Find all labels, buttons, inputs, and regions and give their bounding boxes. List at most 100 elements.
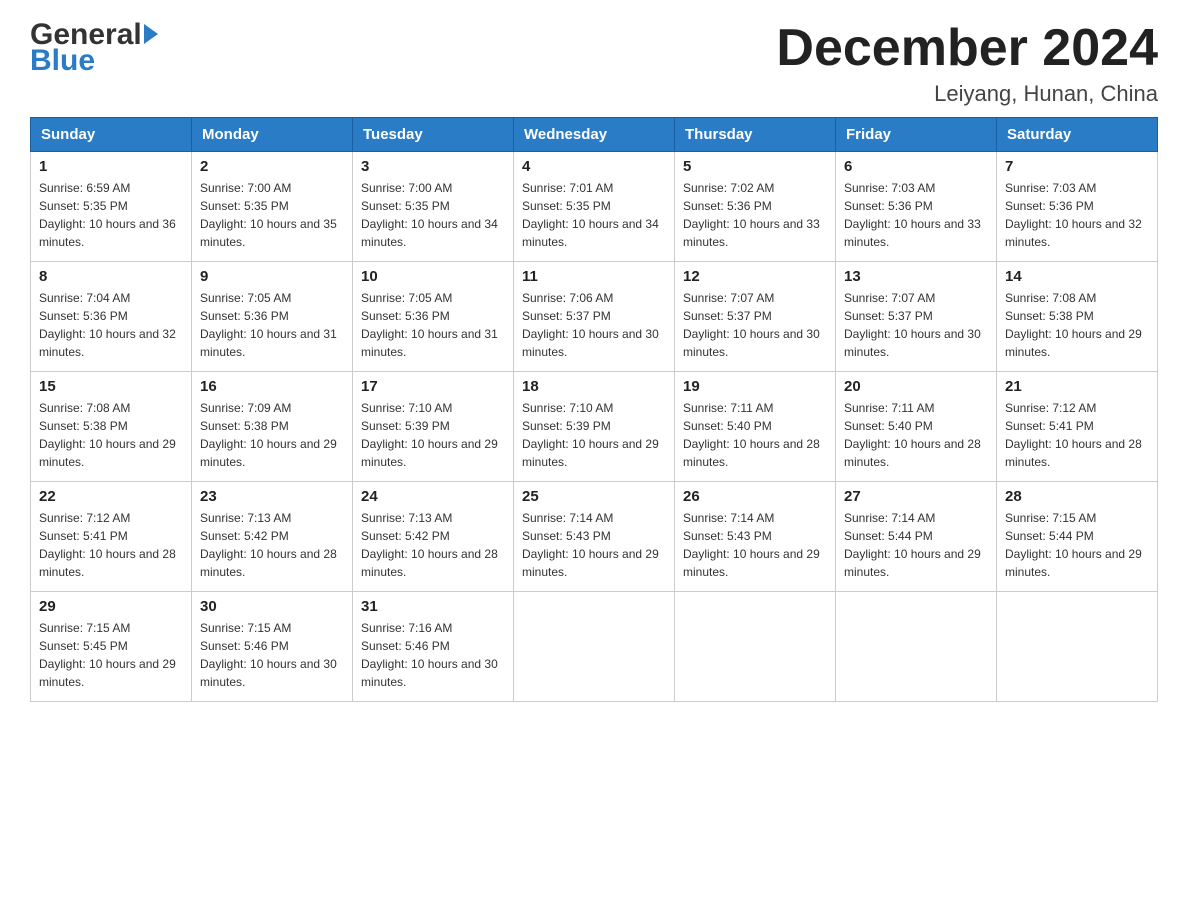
day-info: Sunrise: 7:14 AMSunset: 5:43 PMDaylight:… [522, 509, 666, 581]
calendar-cell: 29 Sunrise: 7:15 AMSunset: 5:45 PMDaylig… [31, 592, 192, 702]
day-number: 26 [683, 488, 827, 505]
day-info: Sunrise: 7:15 AMSunset: 5:44 PMDaylight:… [1005, 509, 1149, 581]
day-number: 13 [844, 268, 988, 285]
day-number: 2 [200, 158, 344, 175]
day-number: 28 [1005, 488, 1149, 505]
page-header: General Blue December 2024 Leiyang, Huna… [30, 20, 1158, 107]
calendar-cell: 24 Sunrise: 7:13 AMSunset: 5:42 PMDaylig… [353, 482, 514, 592]
calendar-cell: 11 Sunrise: 7:06 AMSunset: 5:37 PMDaylig… [514, 262, 675, 372]
day-info: Sunrise: 7:03 AMSunset: 5:36 PMDaylight:… [844, 179, 988, 251]
calendar-cell: 3 Sunrise: 7:00 AMSunset: 5:35 PMDayligh… [353, 152, 514, 262]
calendar-cell [514, 592, 675, 702]
day-number: 22 [39, 488, 183, 505]
day-info: Sunrise: 6:59 AMSunset: 5:35 PMDaylight:… [39, 179, 183, 251]
day-info: Sunrise: 7:02 AMSunset: 5:36 PMDaylight:… [683, 179, 827, 251]
day-number: 17 [361, 378, 505, 395]
day-number: 18 [522, 378, 666, 395]
calendar-cell: 6 Sunrise: 7:03 AMSunset: 5:36 PMDayligh… [836, 152, 997, 262]
day-number: 15 [39, 378, 183, 395]
day-info: Sunrise: 7:00 AMSunset: 5:35 PMDaylight:… [200, 179, 344, 251]
day-info: Sunrise: 7:00 AMSunset: 5:35 PMDaylight:… [361, 179, 505, 251]
calendar-table: SundayMondayTuesdayWednesdayThursdayFrid… [30, 117, 1158, 702]
page-title: December 2024 [776, 20, 1158, 77]
day-info: Sunrise: 7:13 AMSunset: 5:42 PMDaylight:… [361, 509, 505, 581]
day-number: 9 [200, 268, 344, 285]
day-info: Sunrise: 7:04 AMSunset: 5:36 PMDaylight:… [39, 289, 183, 361]
day-number: 4 [522, 158, 666, 175]
day-number: 25 [522, 488, 666, 505]
day-info: Sunrise: 7:13 AMSunset: 5:42 PMDaylight:… [200, 509, 344, 581]
calendar-cell: 13 Sunrise: 7:07 AMSunset: 5:37 PMDaylig… [836, 262, 997, 372]
logo: General Blue [30, 20, 158, 76]
weekday-header-friday: Friday [836, 118, 997, 152]
day-info: Sunrise: 7:15 AMSunset: 5:46 PMDaylight:… [200, 619, 344, 691]
day-info: Sunrise: 7:08 AMSunset: 5:38 PMDaylight:… [1005, 289, 1149, 361]
calendar-cell: 17 Sunrise: 7:10 AMSunset: 5:39 PMDaylig… [353, 372, 514, 482]
calendar-cell: 23 Sunrise: 7:13 AMSunset: 5:42 PMDaylig… [192, 482, 353, 592]
day-number: 16 [200, 378, 344, 395]
weekday-header-tuesday: Tuesday [353, 118, 514, 152]
day-number: 23 [200, 488, 344, 505]
calendar-cell: 12 Sunrise: 7:07 AMSunset: 5:37 PMDaylig… [675, 262, 836, 372]
calendar-cell [675, 592, 836, 702]
day-info: Sunrise: 7:03 AMSunset: 5:36 PMDaylight:… [1005, 179, 1149, 251]
day-number: 31 [361, 598, 505, 615]
calendar-week-row: 15 Sunrise: 7:08 AMSunset: 5:38 PMDaylig… [31, 372, 1158, 482]
calendar-cell: 30 Sunrise: 7:15 AMSunset: 5:46 PMDaylig… [192, 592, 353, 702]
day-number: 10 [361, 268, 505, 285]
day-info: Sunrise: 7:10 AMSunset: 5:39 PMDaylight:… [361, 399, 505, 471]
calendar-cell: 14 Sunrise: 7:08 AMSunset: 5:38 PMDaylig… [997, 262, 1158, 372]
calendar-cell: 15 Sunrise: 7:08 AMSunset: 5:38 PMDaylig… [31, 372, 192, 482]
day-info: Sunrise: 7:15 AMSunset: 5:45 PMDaylight:… [39, 619, 183, 691]
calendar-cell: 7 Sunrise: 7:03 AMSunset: 5:36 PMDayligh… [997, 152, 1158, 262]
calendar-cell [997, 592, 1158, 702]
weekday-header-row: SundayMondayTuesdayWednesdayThursdayFrid… [31, 118, 1158, 152]
day-info: Sunrise: 7:12 AMSunset: 5:41 PMDaylight:… [1005, 399, 1149, 471]
calendar-cell: 21 Sunrise: 7:12 AMSunset: 5:41 PMDaylig… [997, 372, 1158, 482]
calendar-week-row: 1 Sunrise: 6:59 AMSunset: 5:35 PMDayligh… [31, 152, 1158, 262]
weekday-header-sunday: Sunday [31, 118, 192, 152]
title-section: December 2024 Leiyang, Hunan, China [776, 20, 1158, 107]
day-info: Sunrise: 7:12 AMSunset: 5:41 PMDaylight:… [39, 509, 183, 581]
day-number: 14 [1005, 268, 1149, 285]
day-info: Sunrise: 7:16 AMSunset: 5:46 PMDaylight:… [361, 619, 505, 691]
day-number: 3 [361, 158, 505, 175]
calendar-cell: 8 Sunrise: 7:04 AMSunset: 5:36 PMDayligh… [31, 262, 192, 372]
day-info: Sunrise: 7:05 AMSunset: 5:36 PMDaylight:… [361, 289, 505, 361]
day-number: 6 [844, 158, 988, 175]
weekday-header-monday: Monday [192, 118, 353, 152]
calendar-cell: 10 Sunrise: 7:05 AMSunset: 5:36 PMDaylig… [353, 262, 514, 372]
day-info: Sunrise: 7:14 AMSunset: 5:44 PMDaylight:… [844, 509, 988, 581]
weekday-header-wednesday: Wednesday [514, 118, 675, 152]
day-number: 1 [39, 158, 183, 175]
day-info: Sunrise: 7:07 AMSunset: 5:37 PMDaylight:… [844, 289, 988, 361]
day-number: 8 [39, 268, 183, 285]
day-number: 24 [361, 488, 505, 505]
calendar-cell: 26 Sunrise: 7:14 AMSunset: 5:43 PMDaylig… [675, 482, 836, 592]
day-info: Sunrise: 7:09 AMSunset: 5:38 PMDaylight:… [200, 399, 344, 471]
calendar-week-row: 8 Sunrise: 7:04 AMSunset: 5:36 PMDayligh… [31, 262, 1158, 372]
calendar-cell: 16 Sunrise: 7:09 AMSunset: 5:38 PMDaylig… [192, 372, 353, 482]
calendar-cell: 9 Sunrise: 7:05 AMSunset: 5:36 PMDayligh… [192, 262, 353, 372]
day-number: 20 [844, 378, 988, 395]
weekday-header-thursday: Thursday [675, 118, 836, 152]
day-info: Sunrise: 7:08 AMSunset: 5:38 PMDaylight:… [39, 399, 183, 471]
calendar-cell: 2 Sunrise: 7:00 AMSunset: 5:35 PMDayligh… [192, 152, 353, 262]
day-info: Sunrise: 7:06 AMSunset: 5:37 PMDaylight:… [522, 289, 666, 361]
calendar-cell [836, 592, 997, 702]
day-number: 7 [1005, 158, 1149, 175]
weekday-header-saturday: Saturday [997, 118, 1158, 152]
calendar-cell: 4 Sunrise: 7:01 AMSunset: 5:35 PMDayligh… [514, 152, 675, 262]
day-number: 27 [844, 488, 988, 505]
day-info: Sunrise: 7:11 AMSunset: 5:40 PMDaylight:… [844, 399, 988, 471]
calendar-cell: 31 Sunrise: 7:16 AMSunset: 5:46 PMDaylig… [353, 592, 514, 702]
calendar-week-row: 29 Sunrise: 7:15 AMSunset: 5:45 PMDaylig… [31, 592, 1158, 702]
calendar-cell: 28 Sunrise: 7:15 AMSunset: 5:44 PMDaylig… [997, 482, 1158, 592]
day-info: Sunrise: 7:05 AMSunset: 5:36 PMDaylight:… [200, 289, 344, 361]
calendar-week-row: 22 Sunrise: 7:12 AMSunset: 5:41 PMDaylig… [31, 482, 1158, 592]
day-number: 11 [522, 268, 666, 285]
logo-arrow-icon [144, 24, 158, 44]
day-number: 12 [683, 268, 827, 285]
day-number: 29 [39, 598, 183, 615]
calendar-cell: 27 Sunrise: 7:14 AMSunset: 5:44 PMDaylig… [836, 482, 997, 592]
